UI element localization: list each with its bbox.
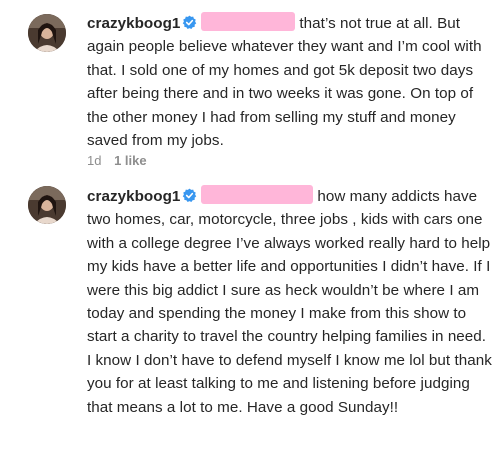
username[interactable]: crazykboog1 [87, 15, 180, 32]
verified-badge-icon [183, 188, 197, 202]
redacted-mention [201, 12, 296, 31]
avatar[interactable] [28, 186, 66, 224]
username[interactable]: crazykboog1 [87, 188, 180, 205]
comment-body: that’s not true at all. But again people… [87, 15, 482, 150]
comment-text: crazykboog1 that’s not true at all. But a… [87, 12, 492, 152]
comment-text: crazykboog1 how many addicts have two hom… [87, 185, 492, 419]
comment-body: how many addicts have two homes, car, mo… [87, 188, 492, 416]
avatar[interactable] [28, 14, 66, 52]
verified-badge-icon [183, 15, 197, 29]
comment-meta: 1d 1 like [87, 153, 156, 168]
timestamp[interactable]: 1d [87, 153, 101, 168]
redacted-mention [201, 185, 314, 204]
like-count[interactable]: 1 like [114, 153, 147, 168]
